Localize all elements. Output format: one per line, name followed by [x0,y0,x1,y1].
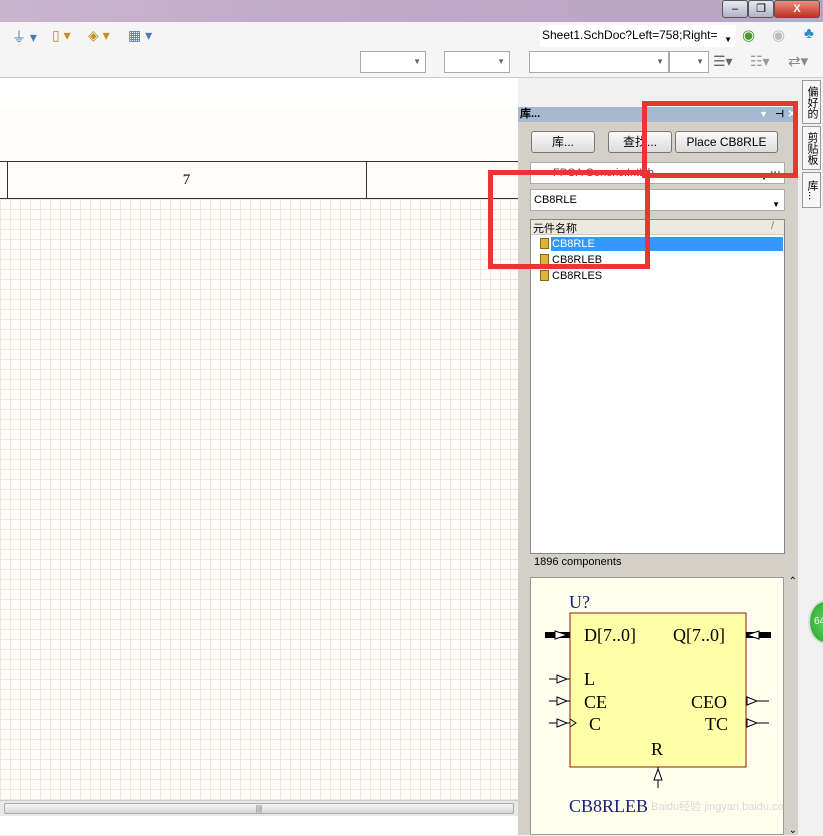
sheet-border-zones: 7 [0,161,518,199]
home-icon[interactable]: ♣ [804,25,814,42]
filter-value: CB8RLE [534,194,577,206]
pin-r-label: R [651,739,663,759]
style-select[interactable]: ▼ [529,51,669,73]
library-select-value: FPGA Generic.IntLib [553,167,654,179]
panel-title: 库... [520,108,541,120]
scrollbar-thumb[interactable]: ||| [4,803,514,814]
library-more-icon[interactable]: ··· [770,163,781,183]
designator-text: U? [569,592,590,612]
ground-icon[interactable]: ⏚ ▾ [12,27,37,47]
pin-l-label: L [584,669,595,689]
libraries-panel: 库... ▼ ⊣ ✕ 库... 查找... Place CB8RLE FPGA … [518,107,798,836]
pin-ceo-label: CEO [691,692,727,712]
list-item[interactable]: CB8RLEB [540,253,607,267]
size-select[interactable]: ▼ [444,51,510,73]
component-preview: U? D[7..0] Q[7..0] L CE C CEO TC R CB8RL… [530,576,797,836]
library-select[interactable]: FPGA Generic.IntLib ▼ ··· [530,162,785,184]
side-panel-tabs: 偏好的 剪贴板 库... [800,78,823,835]
panel-header: 库... ▼ ⊣ ✕ [518,107,798,122]
pin-d-label: D[7..0] [584,625,636,645]
component-count: 1896 components [534,556,622,568]
swap-icon[interactable]: ⇄▾ [788,52,808,70]
scroll-up-icon[interactable]: ⌃ [789,576,797,587]
pin-q-label: Q[7..0] [673,625,725,645]
restore-button[interactable]: ❐ [748,0,774,18]
pin-c-label: C [589,714,601,734]
component-name: CB8RLE [552,238,595,250]
nav-path-text: Sheet1.SchDoc?Left=758;Right= [542,28,718,42]
panel-close-icon[interactable]: ✕ [788,107,796,122]
tab-favorites[interactable]: 偏好的 [802,80,821,124]
panel-menu-icon[interactable]: ▼ [759,107,768,122]
libraries-button[interactable]: 库... [531,131,595,153]
navigation-path-field[interactable]: Sheet1.SchDoc?Left=758;Right= ▼ [540,25,736,47]
sheet-entry-icon[interactable]: ◈ ▾ [88,27,110,44]
list-item[interactable]: CB8RLES [540,269,607,283]
component-icon [540,238,549,249]
tab-libraries[interactable]: 库... [802,172,821,208]
tab-clipboard[interactable]: 剪贴板 [802,126,821,170]
schematic-symbol: U? D[7..0] Q[7..0] L CE C CEO TC R CB8RL… [545,592,785,816]
place-component-button[interactable]: Place CB8RLE [675,131,778,153]
component-filter-input[interactable]: CB8RLE ▼ [530,189,785,211]
schematic-sheet[interactable] [0,106,518,800]
component-icon [540,254,549,265]
list-item[interactable]: CB8RLE [540,237,783,251]
forward-icon[interactable]: ◉ [772,26,785,44]
port-icon[interactable]: ▯ ▾ [52,27,71,44]
scroll-down-icon[interactable]: ⌄ [789,825,797,836]
zone-label: 7 [182,172,191,188]
component-name: CB8RLES [552,270,603,282]
grid-icon[interactable]: ▦ ▾ [128,27,152,44]
pin-ce-label: CE [584,692,607,712]
color-select[interactable]: ▼ [669,51,709,73]
back-icon[interactable]: ◉ [742,26,755,44]
component-name: CB8RLEB [552,254,603,266]
pin-icon[interactable]: ⊣ [775,107,784,122]
line-style-icon[interactable]: ☷▾ [750,53,770,70]
watermark: Baidu经验 jingyan.baidu.com [651,799,785,813]
component-icon [540,270,549,281]
comment-text: CB8RLEB [569,796,648,816]
minimize-button[interactable]: – [722,0,748,18]
column-header-name[interactable]: 元件名称 / [531,220,784,235]
horizontal-scrollbar[interactable]: ||| [0,800,518,816]
component-list[interactable]: 元件名称 / CB8RLE CB8RLEB CB8RLES [530,219,785,554]
pin-tc-label: TC [705,714,728,734]
align-icon[interactable]: ☰▾ [713,53,733,70]
sheet-margin [0,106,518,161]
sort-indicator: / [770,220,774,232]
column-header-text: 元件名称 [533,223,577,235]
search-button[interactable]: 查找... [608,131,672,153]
font-select[interactable]: ▼ [360,51,426,73]
close-button[interactable]: X [774,0,820,18]
title-bar [0,0,823,22]
